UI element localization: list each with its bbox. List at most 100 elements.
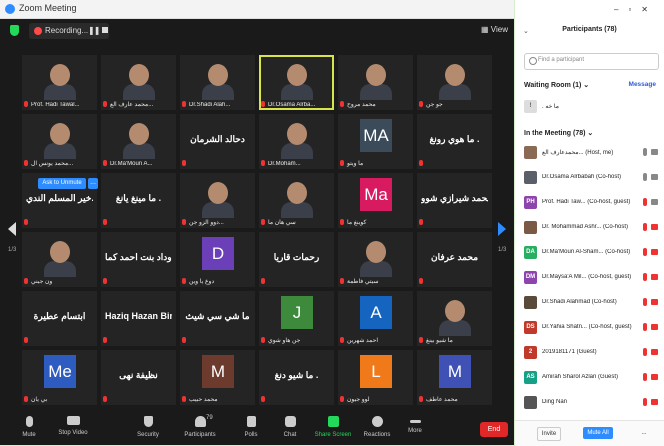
participant-item[interactable]: Dr.Osama Alrbabah (Co-host)	[515, 168, 664, 188]
video-tile[interactable]: محمد عارف الع...	[101, 55, 176, 110]
window-controls[interactable]: –▫✕	[614, 5, 658, 14]
waiting-room-item[interactable]: ! . ما خه	[515, 97, 664, 117]
participant-item[interactable]: Dr. Mohammad Ashr... (Co-host)	[515, 218, 664, 238]
video-tile[interactable]: ما شيو دنغ .	[259, 350, 334, 405]
waiting-room-header[interactable]: Waiting Room (1) ⌄	[524, 81, 589, 89]
video-off-icon[interactable]	[651, 399, 658, 405]
video-tile[interactable]: A احمد شهرين	[338, 291, 413, 346]
video-camera-icon[interactable]	[651, 199, 658, 205]
participant-video	[435, 58, 475, 100]
in-meeting-header[interactable]: In the Meeting (78) ⌄	[524, 129, 593, 137]
avatar: D	[202, 237, 234, 270]
mute-button[interactable]: Mute	[4, 416, 54, 444]
video-tile[interactable]: Ma كوينغ ما	[338, 173, 413, 228]
participant-item[interactable]: 2 2019181171 (Guest)	[515, 343, 664, 363]
prev-page-icon[interactable]	[8, 222, 16, 236]
video-tile[interactable]: ون جيني	[22, 232, 97, 287]
video-tile[interactable]: ما مينغ يانغ .	[101, 173, 176, 228]
video-tile[interactable]: جو جن	[417, 55, 492, 110]
participant-item[interactable]: DA Dr.Ma'Moun Al-Sham... (Co-host)	[515, 243, 664, 263]
video-tile[interactable]: محمد مروح	[338, 55, 413, 110]
stop-video-button[interactable]: Stop Video	[48, 416, 98, 444]
participant-item[interactable]: DM Dr.Maysa'A Mil... (Co-host, guest)	[515, 268, 664, 288]
video-tile[interactable]: رحمات قاريا	[259, 232, 334, 287]
view-button[interactable]: ▦ View	[481, 25, 508, 34]
participant-item[interactable]: PH Prof. Hadi Taw... (Co-host, guest)	[515, 193, 664, 213]
muted-mic-icon[interactable]	[643, 273, 647, 281]
video-tile[interactable]: محمد شيرازي شوو	[417, 173, 492, 228]
tile-more-button[interactable]: ...	[88, 178, 98, 189]
microphone-icon[interactable]	[643, 148, 647, 156]
invite-button[interactable]: Invite	[537, 427, 561, 441]
mute-all-button[interactable]: Mute All	[583, 427, 613, 439]
muted-mic-icon[interactable]	[643, 373, 647, 381]
participants-button[interactable]: Participants	[175, 416, 225, 444]
video-off-icon[interactable]	[651, 374, 658, 380]
muted-mic-icon[interactable]	[643, 348, 647, 356]
video-off-icon[interactable]	[651, 324, 658, 330]
video-tile[interactable]: ما شيو بينغ	[417, 291, 492, 346]
video-tile[interactable]: M محمد عاطف	[417, 350, 492, 405]
security-button[interactable]: Security	[123, 416, 173, 444]
muted-mic-icon[interactable]	[643, 398, 647, 406]
bar-chart-icon	[246, 416, 256, 427]
video-off-icon[interactable]	[651, 274, 658, 280]
video-tile[interactable]: Me بي يان	[22, 350, 97, 405]
participant-item[interactable]: DS Dr.Yahia Shatn... (Co-host, guest)	[515, 318, 664, 338]
video-tile[interactable]: دوو الزو جن...	[180, 173, 255, 228]
more-button[interactable]: More	[390, 416, 440, 444]
video-off-icon[interactable]	[651, 349, 658, 355]
participant-item[interactable]: Ding Nan	[515, 393, 664, 413]
video-tile[interactable]: نظيفة نهى	[101, 350, 176, 405]
participant-item[interactable]: AS Amirah Sharol Azlan (Guest)	[515, 368, 664, 388]
video-tile[interactable]: L لوو جيون	[338, 350, 413, 405]
video-camera-icon[interactable]	[651, 174, 658, 180]
video-off-icon[interactable]	[651, 224, 658, 230]
participant-name: ابتسام عطيرة	[33, 311, 86, 321]
muted-mic-icon[interactable]	[643, 323, 647, 331]
video-tile[interactable]: دحالد الشرمان	[180, 114, 255, 169]
participant-name: Dr.Maysa'A Mil... (Co-host, guest)	[542, 274, 632, 280]
muted-mic-icon[interactable]	[643, 248, 647, 256]
tile-label: محمد مروح	[347, 102, 376, 108]
video-tile[interactable]: Prof. Hadi Tawal...	[22, 55, 97, 110]
video-off-icon[interactable]	[651, 299, 658, 305]
video-tile[interactable]: محمد عرفان	[417, 232, 492, 287]
participant-name: ما شي سي شيث	[185, 311, 250, 321]
video-tile[interactable]: Haziq Hazan Bin...	[101, 291, 176, 346]
video-tile[interactable]: D دوغ يا وين	[180, 232, 255, 287]
next-page-icon[interactable]	[498, 222, 506, 236]
message-waiting-room-link[interactable]: Message	[629, 81, 656, 88]
video-tile[interactable]: Dr.Osama Alrba...	[259, 55, 334, 110]
muted-mic-icon[interactable]	[643, 198, 647, 206]
participant-item[interactable]: Dr.Shadi Alahmad (Co-host)	[515, 293, 664, 313]
video-tile[interactable]: محمد يونس ال...	[22, 114, 97, 169]
video-camera-icon[interactable]	[651, 149, 658, 155]
share-screen-button[interactable]: Share Screen	[308, 416, 358, 444]
participant-search-input[interactable]: Find a participant	[524, 53, 659, 70]
microphone-icon[interactable]	[643, 173, 647, 181]
ask-to-unmute-button[interactable]: Ask to Unmute	[38, 178, 86, 189]
video-tile[interactable]: J جن هاو شوي	[259, 291, 334, 346]
muted-mic-icon[interactable]	[643, 223, 647, 231]
video-off-icon[interactable]	[651, 249, 658, 255]
video-tile[interactable]: وداد بنت احمد كما...	[101, 232, 176, 287]
video-tile[interactable]: سي هان ما	[259, 173, 334, 228]
video-tile[interactable]: ما شي سي شيث	[180, 291, 255, 346]
video-tile[interactable]: ابتسام عطيرة	[22, 291, 97, 346]
video-grid: Prof. Hadi Tawal... محمد عارف الع... Dr.Sh…	[22, 55, 492, 410]
video-tile[interactable]: Dr.Shadi Alah...	[180, 55, 255, 110]
video-tile[interactable]: Dr.Ma'Moun A...	[101, 114, 176, 169]
video-tile[interactable]: سيتي فاطمة	[338, 232, 413, 287]
stop-recording-icon[interactable]	[102, 27, 108, 33]
video-tile[interactable]: Dr.Moham...	[259, 114, 334, 169]
panel-more-button[interactable]: ...	[637, 427, 651, 439]
end-meeting-button[interactable]: End	[480, 422, 508, 437]
video-tile[interactable]: M محمد حبيب	[180, 350, 255, 405]
pause-recording-icon[interactable]: ❚❚	[88, 26, 100, 35]
muted-mic-icon[interactable]	[643, 298, 647, 306]
security-shield-icon[interactable]	[10, 25, 19, 36]
video-tile[interactable]: MA ما ويتو	[338, 114, 413, 169]
participant-item[interactable]: محمدعارف الع... (Host, me)	[515, 143, 664, 163]
video-tile[interactable]: ما هوي رونغ .	[417, 114, 492, 169]
